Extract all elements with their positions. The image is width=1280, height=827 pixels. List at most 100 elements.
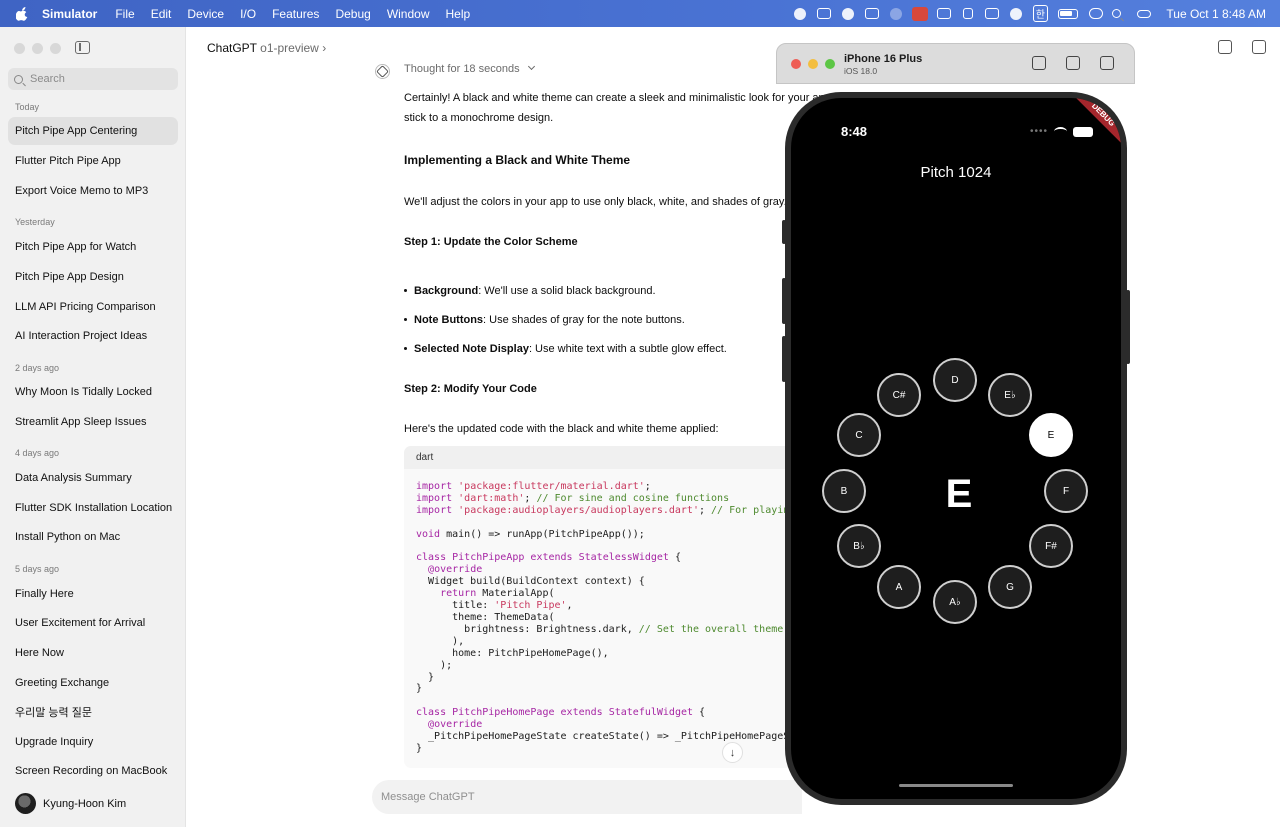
menu-device[interactable]: Device [187,7,224,21]
conversation-item[interactable]: Here Now [8,639,178,667]
menu-file[interactable]: File [115,7,134,21]
key-icon[interactable] [908,0,932,27]
list-item: Note Buttons: Use shades of gray for the… [404,314,685,326]
group-label-5-days: 5 days ago [15,564,60,574]
scroll-down-button[interactable]: ↓ [722,742,743,763]
thought-toggle[interactable]: Thought for 18 seconds [404,62,535,75]
apple-icon[interactable] [14,6,30,22]
sim-close-button[interactable] [791,59,801,69]
notes-icon[interactable] [980,0,1004,27]
note-button-a-flat[interactable]: A♭ [933,580,977,624]
note-button-b-flat[interactable]: B♭ [837,524,881,568]
temporary-chat-icon[interactable] [1218,40,1232,54]
code-content: import 'package:flutter/material.dart'; … [416,481,790,754]
note-button-g[interactable]: G [988,565,1032,609]
simulator-window-controls [791,59,835,69]
app-icon[interactable] [932,0,956,27]
search-icon [14,74,23,84]
chevron-down-icon [527,62,535,71]
openai-icon[interactable] [836,0,860,27]
sidebar-toggle-icon[interactable] [75,41,90,54]
conversation-item[interactable]: LLM API Pricing Comparison [8,293,178,321]
conversation-item[interactable]: AI Interaction Project Ideas [8,322,178,350]
chat-bubble-icon[interactable] [788,0,812,27]
device-os: iOS 18.0 [844,66,878,76]
response-text: Certainly! A black and white theme can c… [404,92,831,104]
menu-io[interactable]: I/O [240,7,256,21]
note-button-e[interactable]: E [1029,413,1073,457]
conversation-item[interactable]: Finally Here [8,580,178,608]
battery-icon[interactable] [1052,0,1084,27]
minimize-button[interactable] [32,43,43,54]
menu-debug[interactable]: Debug [335,7,370,21]
menu-help[interactable]: Help [446,7,471,21]
zoom-button[interactable] [50,43,61,54]
note-button-d[interactable]: D [933,358,977,402]
note-button-e-flat[interactable]: E♭ [988,373,1032,417]
code-language: dart [404,446,804,469]
close-button[interactable] [14,43,25,54]
model-selector[interactable]: ChatGPT o1-preview › [207,41,326,55]
menu-features[interactable]: Features [272,7,319,21]
user-name: Kyung-Hoon Kim [43,797,127,810]
sim-zoom-button[interactable] [825,59,835,69]
conversation-item[interactable]: Flutter SDK Installation Location [8,494,178,522]
conversation-item[interactable]: Screen Recording on MacBook [8,757,178,785]
note-button-a[interactable]: A [877,565,921,609]
message-input[interactable]: Message ChatGPT [372,780,802,814]
note-button-f[interactable]: F [1044,469,1088,513]
battery-icon [1073,126,1093,137]
user-profile[interactable]: Kyung-Hoon Kim [15,793,126,814]
conversation-item[interactable]: Data Analysis Summary [8,464,178,492]
link-icon[interactable] [1084,0,1108,27]
menu-window[interactable]: Window [387,7,430,21]
menu-app-name[interactable]: Simulator [42,7,97,21]
input-source-icon[interactable]: 한 [1028,0,1052,27]
group-label-yesterday: Yesterday [15,217,55,227]
conversation-item[interactable]: Streamlit App Sleep Issues [8,408,178,436]
conversation-item[interactable]: Export Voice Memo to MP3 [8,177,178,205]
new-chat-icon[interactable] [1252,40,1266,54]
search-input[interactable]: Search [8,68,178,90]
menubar-clock[interactable]: Tue Oct 1 8:48 AM [1166,7,1266,21]
moon-icon[interactable] [884,0,908,27]
conversation-item[interactable]: 우리말 능력 질문 [8,698,178,726]
conversation-item[interactable]: Pitch Pipe App for Watch [8,233,178,261]
conversation-item[interactable]: Upgrade Inquiry [8,728,178,756]
conversation-item[interactable]: Install Python on Mac [8,523,178,551]
vpn-icon[interactable] [812,0,836,27]
conversation-item[interactable]: User Excitement for Arrival [8,609,178,637]
cloud-icon[interactable] [1004,0,1028,27]
conversation-item[interactable]: Pitch Pipe App Centering [8,117,178,145]
home-indicator[interactable] [899,784,1013,787]
model-name: o1-preview [260,41,319,55]
arrow-down-icon: ↓ [729,746,736,759]
phone-screen[interactable]: 8:48 •••• DEBUG Pitch 1024 E D E♭ E F F#… [791,98,1121,799]
document-icon[interactable] [956,0,980,27]
control-center-icon[interactable] [1132,0,1156,27]
list-item: Background: We'll use a solid black back… [404,285,656,297]
home-icon[interactable] [1032,56,1046,70]
conversation-item[interactable]: Flutter Pitch Pipe App [8,147,178,175]
list-item: Selected Note Display: Use white text wi… [404,343,727,355]
sim-minimize-button[interactable] [808,59,818,69]
search-icon[interactable] [1108,0,1132,27]
selected-note-display: E [945,472,973,516]
code-block[interactable]: dart import 'package:flutter/material.da… [404,446,804,768]
note-button-c[interactable]: C [837,413,881,457]
simulator-toolbar [1032,56,1114,70]
bullet-term: Note Buttons [414,314,484,326]
note-button-c-sharp[interactable]: C# [877,373,921,417]
side-button [1126,290,1130,364]
rotate-icon[interactable] [1100,56,1114,70]
conversation-item[interactable]: Why Moon Is Tidally Locked [8,378,178,406]
note-button-f-sharp[interactable]: F# [1029,524,1073,568]
response-text: stick to a monochrome design. [404,112,554,124]
signal-icon: •••• [1029,126,1048,137]
note-button-b[interactable]: B [822,469,866,513]
conversation-item[interactable]: Greeting Exchange [8,669,178,697]
screenshot-icon[interactable] [1066,56,1080,70]
menu-edit[interactable]: Edit [151,7,172,21]
conversation-item[interactable]: Pitch Pipe App Design [8,263,178,291]
translate-icon[interactable] [860,0,884,27]
